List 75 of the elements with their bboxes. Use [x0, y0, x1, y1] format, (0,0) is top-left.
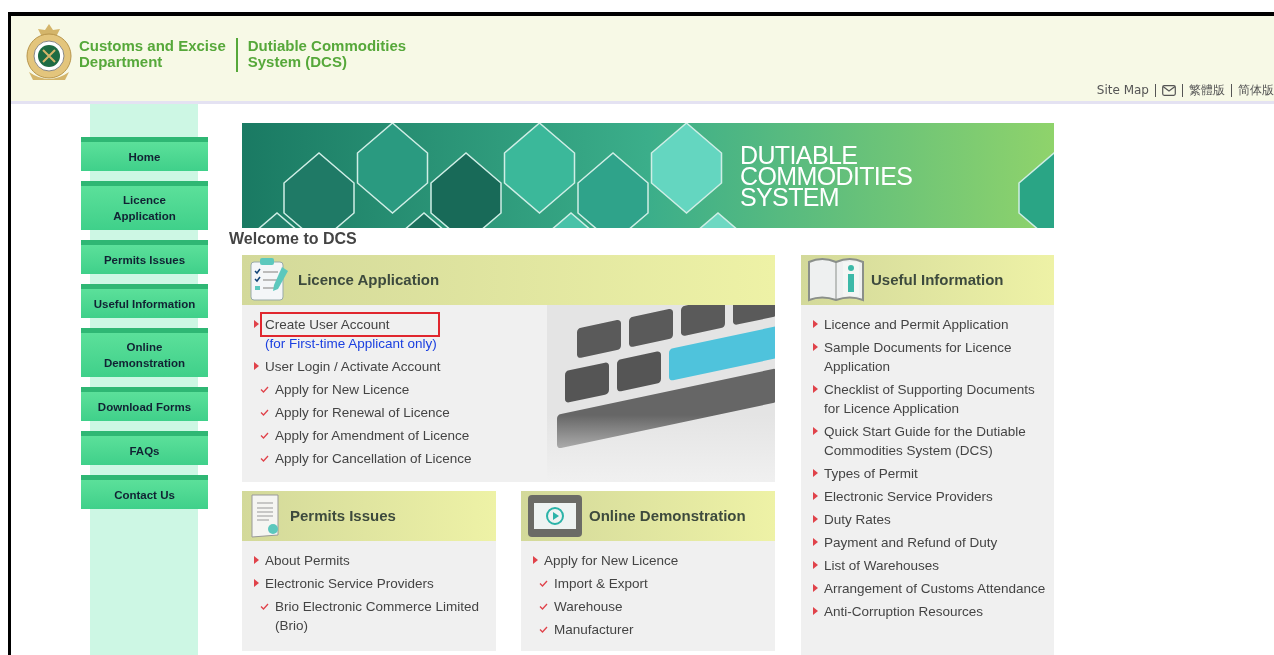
info-link[interactable]: Anti-Corruption Resources — [824, 602, 984, 621]
system-name: Dutiable Commodities — [247, 38, 407, 54]
check-icon — [260, 455, 269, 462]
triangle-bullet-icon — [813, 538, 818, 546]
info-link[interactable]: Brio Electronic Commerce Limited (Brio) — [275, 597, 488, 635]
triangle-bullet-icon — [254, 362, 259, 370]
triangle-bullet-icon — [813, 561, 818, 569]
triangle-bullet-icon — [813, 343, 818, 351]
triangle-bullet-icon — [254, 320, 259, 328]
sidebar-nav-button[interactable]: Contact Us — [81, 475, 208, 509]
info-link[interactable]: Manufacturer — [554, 620, 634, 639]
info-link[interactable]: Sample Documents for Licence Application — [824, 338, 1046, 376]
info-link[interactable]: Arrangement of Customs Attendance — [824, 579, 1046, 598]
info-link[interactable]: Apply for Amendment of Licence — [275, 426, 470, 445]
check-icon — [260, 409, 269, 416]
triangle-bullet-icon — [254, 556, 259, 564]
panel-title: Permits Issues — [290, 505, 396, 526]
triangle-bullet-icon — [813, 385, 818, 393]
sidebar-nav-button[interactable]: Online Demonstration — [81, 328, 208, 377]
triangle-bullet-icon — [533, 556, 538, 564]
info-link[interactable]: Checklist of Supporting Documents for Licence Application — [824, 380, 1046, 418]
check-icon — [539, 580, 548, 587]
triangle-bullet-icon — [813, 584, 818, 592]
note-link[interactable]: (for First-time Applicant only) — [265, 334, 437, 353]
info-link[interactable]: Electronic Service Providers — [824, 487, 993, 506]
panel-title: Useful Information — [871, 269, 1004, 290]
info-link[interactable]: Apply for Cancellation of Licence — [275, 449, 472, 468]
info-link[interactable]: Apply for New Licence — [275, 380, 410, 399]
check-icon — [539, 626, 548, 633]
sidebar-nav-button[interactable]: FAQs — [81, 431, 208, 465]
panel-title: Licence Application — [298, 269, 440, 290]
info-link[interactable]: Electronic Service Providers — [265, 574, 434, 593]
info-link[interactable]: Types of Permit — [824, 464, 918, 483]
system-name: System (DCS) — [247, 54, 348, 70]
department-name: Department — [79, 54, 164, 70]
info-link[interactable]: Import & Export — [554, 574, 648, 593]
info-link[interactable]: Apply for Renewal of Licence — [275, 403, 450, 422]
triangle-bullet-icon — [813, 515, 818, 523]
info-link[interactable]: Duty Rates — [824, 510, 891, 529]
banner-title: SYSTEM — [740, 187, 840, 208]
welcome-heading: Welcome to DCS — [229, 229, 358, 249]
triangle-bullet-icon — [813, 469, 818, 477]
check-icon — [260, 603, 269, 610]
sidebar-nav-button[interactable]: Licence Application — [81, 181, 208, 230]
check-icon — [539, 603, 548, 610]
info-link[interactable]: List of Warehouses — [824, 556, 940, 575]
header-link[interactable]: 繁體版 — [1189, 81, 1225, 99]
sidebar-nav-button[interactable]: Download Forms — [81, 387, 208, 421]
banner-title: COMMODITIES — [740, 166, 913, 187]
panel-title: Online Demonstration — [589, 505, 746, 526]
triangle-bullet-icon — [813, 607, 818, 615]
triangle-bullet-icon — [813, 492, 818, 500]
triangle-bullet-icon — [813, 427, 818, 435]
info-link[interactable]: Licence and Permit Application — [824, 315, 1009, 334]
sidebar-nav-button[interactable]: Home — [81, 137, 208, 171]
info-book-icon — [807, 256, 865, 304]
video-play-icon — [527, 494, 583, 538]
info-link[interactable]: Quick Start Guide for the Dutiable Commodities System (DCS) — [824, 422, 1046, 460]
info-link[interactable]: Warehouse — [554, 597, 623, 616]
check-icon — [260, 432, 269, 439]
info-link[interactable]: User Login / Activate Account — [265, 357, 441, 376]
triangle-bullet-icon — [254, 579, 259, 587]
info-link[interactable]: Payment and Refund of Duty — [824, 533, 998, 552]
banner-title: DUTIABLE — [740, 145, 858, 166]
check-icon — [260, 386, 269, 393]
mail-icon[interactable] — [1162, 84, 1176, 96]
sidebar-nav-button[interactable]: Useful Information — [81, 284, 208, 318]
sidebar-nav-button[interactable]: Permits Issues — [81, 240, 208, 274]
info-link[interactable]: Apply for New Licence — [544, 551, 679, 570]
info-link[interactable]: Create User Account — [263, 315, 437, 334]
header-link[interactable]: Site Map — [1096, 81, 1149, 99]
department-name: Customs and Excise — [79, 38, 226, 54]
triangle-bullet-icon — [813, 320, 818, 328]
header-link[interactable]: 简体版 — [1238, 81, 1274, 99]
info-link[interactable]: About Permits — [265, 551, 350, 570]
